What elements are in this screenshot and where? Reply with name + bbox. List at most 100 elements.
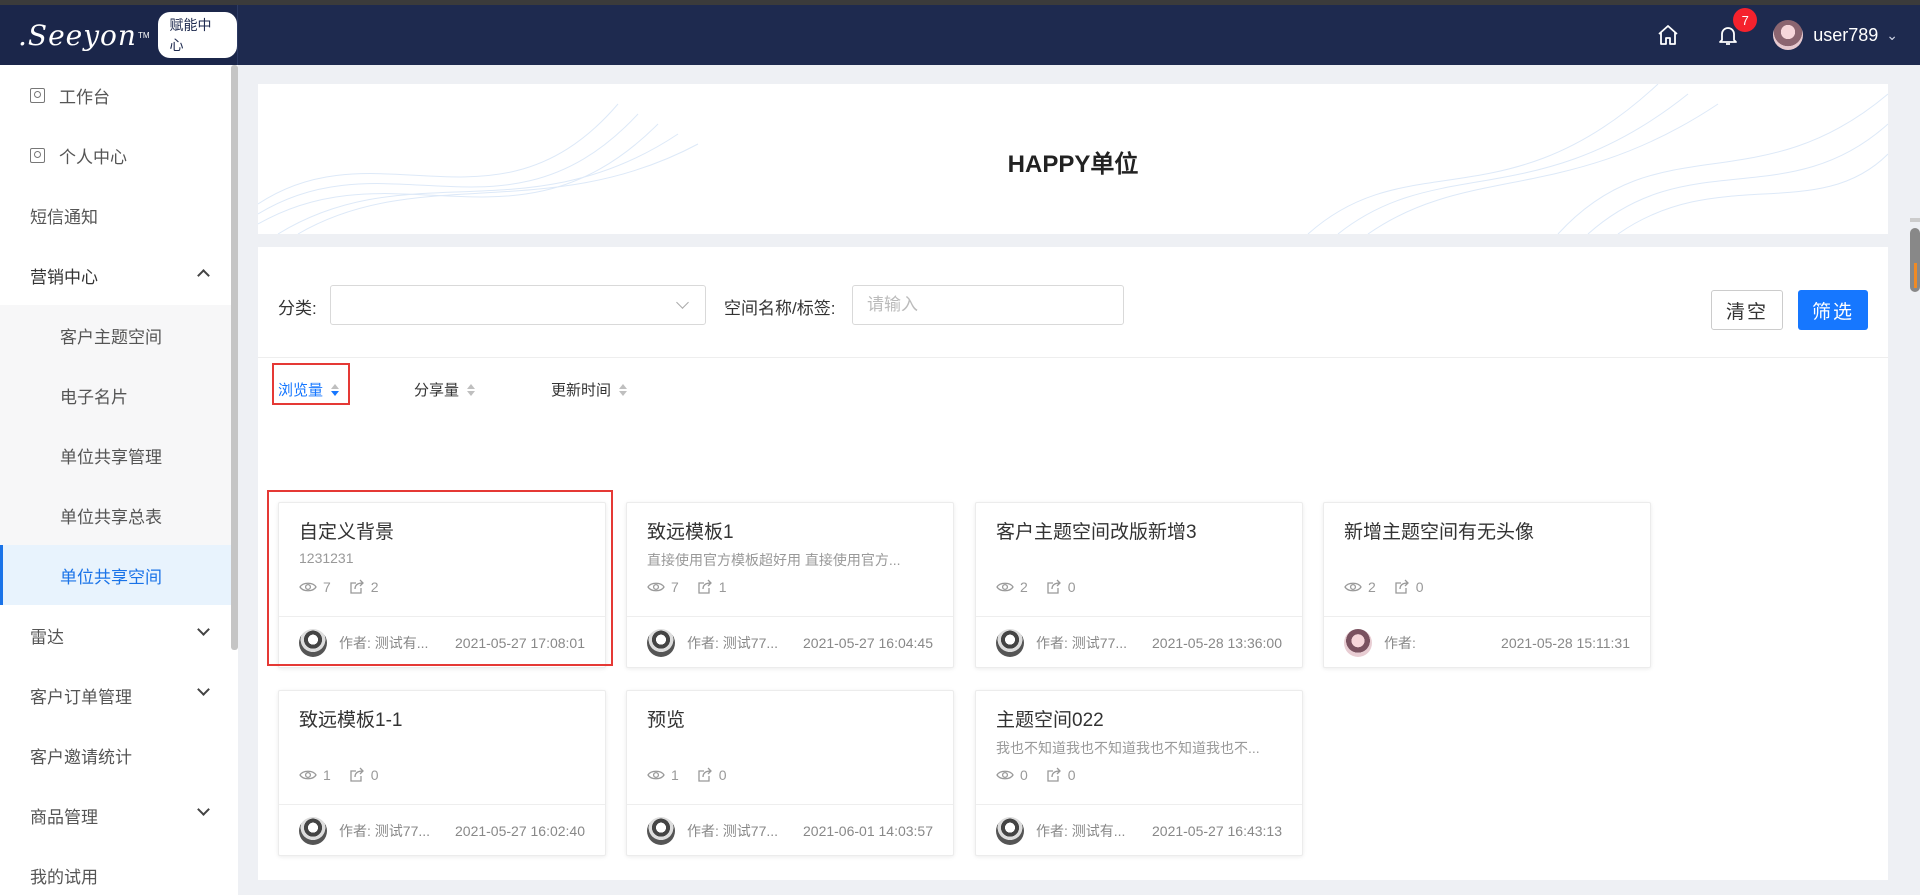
sidebar-item-label: 雷达 xyxy=(30,627,64,647)
author-name: 作者: 测试77... xyxy=(687,634,779,651)
sidebar-item-label: 单位共享管理 xyxy=(60,447,162,467)
card-stats: 20 xyxy=(996,579,1076,595)
sidebar-item-my-trial[interactable]: 我的试用 xyxy=(0,845,238,895)
eye-icon xyxy=(647,770,665,780)
share-icon xyxy=(1047,767,1061,782)
sort-bar: 浏览量 分享量 更新时间 xyxy=(258,359,1888,419)
share-count: 0 xyxy=(370,767,379,783)
card-stats: 20 xyxy=(1344,579,1424,595)
eye-icon xyxy=(647,582,665,592)
sidebar-item-personal-center[interactable]: 个人中心 xyxy=(0,125,238,185)
clear-button[interactable]: 清空 xyxy=(1711,290,1783,330)
view-count: 0 xyxy=(1020,767,1028,783)
sort-by-updated[interactable]: 更新时间 xyxy=(551,379,628,400)
updated-date: 2021-05-28 15:11:31 xyxy=(1501,634,1630,651)
logo-text: .Seeyon xyxy=(18,18,137,52)
author-avatar xyxy=(647,816,675,845)
sidebar-group-products[interactable]: 商品管理 xyxy=(0,785,238,845)
share-icon xyxy=(698,767,712,782)
sidebar-item-unit-share-manage[interactable]: 单位共享管理 xyxy=(0,425,238,485)
card-footer: 作者: 测试77... 2021-05-28 13:36:00 xyxy=(976,616,1302,668)
card-stats: 10 xyxy=(647,767,727,783)
sidebar-item-invite-stats[interactable]: 客户邀请统计 xyxy=(0,725,238,785)
space-card[interactable]: 主题空间022 我也不知道我也不知道我也不知道我也不... 0 0 作者: 测试有...… xyxy=(975,690,1303,856)
card-stats: 71 xyxy=(647,579,727,595)
author-avatar xyxy=(1344,628,1372,657)
card-stats: 10 xyxy=(299,767,379,783)
category-label: 分类: xyxy=(278,299,317,318)
share-icon xyxy=(1047,579,1061,594)
sort-label: 浏览量 xyxy=(278,382,324,399)
card-footer: 作者: 测试77... 2021-05-27 16:04:45 xyxy=(627,616,953,668)
window-scrollbar-cap xyxy=(1910,218,1920,222)
sidebar-item-label: 电子名片 xyxy=(60,387,128,407)
share-icon xyxy=(698,579,712,594)
sort-by-views[interactable]: 浏览量 xyxy=(278,379,340,400)
sidebar-group-radar[interactable]: 雷达 xyxy=(0,605,238,665)
space-card[interactable]: 新增主题空间有无头像 2 0 作者: 2021-05-28 15:11:31 xyxy=(1323,502,1651,668)
share-count: 0 xyxy=(1067,767,1076,783)
sidebar-group-orders[interactable]: 客户订单管理 xyxy=(0,665,238,725)
author-name: 作者: 测试77... xyxy=(1036,634,1128,651)
sort-caret-icon xyxy=(331,383,340,396)
sidebar-item-business-card[interactable]: 电子名片 xyxy=(0,365,238,425)
home-icon[interactable] xyxy=(1653,20,1683,50)
author-avatar xyxy=(647,628,675,657)
card-title: 致远模板1-1 xyxy=(299,710,403,731)
top-header: .Seeyon TM 赋能中心 7 user789 ⌄ xyxy=(0,5,1920,65)
card-footer: 作者: 测试77... 2021-05-27 16:02:40 xyxy=(279,804,605,856)
logo-trademark: TM xyxy=(137,30,150,40)
sidebar-item-label: 商品管理 xyxy=(30,807,98,827)
chevron-up-icon xyxy=(197,269,210,282)
sort-caret-icon xyxy=(467,383,476,396)
sidebar-item-sms-notice[interactable]: 短信通知 xyxy=(0,185,238,245)
space-name-input[interactable] xyxy=(852,285,1124,325)
sidebar-item-label: 客户邀请统计 xyxy=(30,747,132,767)
notification-badge: 7 xyxy=(1733,8,1758,32)
sidebar-item-customer-space[interactable]: 客户主题空间 xyxy=(0,305,238,365)
space-card[interactable]: 客户主题空间改版新增3 2 0 作者: 测试77... 2021-05-28 13:36… xyxy=(975,502,1303,668)
card-title: 新增主题空间有无头像 xyxy=(1344,522,1535,543)
card-title: 客户主题空间改版新增3 xyxy=(996,522,1197,543)
share-count: 0 xyxy=(1415,579,1424,595)
username[interactable]: user789 xyxy=(1813,25,1878,46)
sort-label: 更新时间 xyxy=(551,382,612,399)
sidebar-item-unit-share-summary[interactable]: 单位共享总表 xyxy=(0,485,238,545)
sidebar-item-label: 短信通知 xyxy=(30,207,98,227)
share-count: 1 xyxy=(718,579,727,595)
filter-button[interactable]: 筛选 xyxy=(1798,290,1868,330)
card-description: 直接使用官方模板超好用 直接使用官方... xyxy=(647,552,901,568)
sort-by-shares[interactable]: 分享量 xyxy=(414,379,476,400)
chevron-down-icon xyxy=(197,683,210,696)
user-avatar[interactable] xyxy=(1773,20,1804,50)
sidebar-group-marketing[interactable]: 营销中心 xyxy=(0,245,238,305)
eye-icon xyxy=(1344,582,1362,592)
chevron-down-icon xyxy=(197,623,210,636)
notification-button[interactable]: 7 xyxy=(1713,8,1758,50)
updated-date: 2021-05-27 16:02:40 xyxy=(455,822,585,839)
sidebar-item-label: 我的试用 xyxy=(30,867,98,887)
eye-icon xyxy=(299,770,317,780)
view-count: 1 xyxy=(671,767,679,783)
space-card[interactable]: 预览 1 0 作者: 测试77... 2021-06-01 14:03:57 xyxy=(626,690,954,856)
card-title: 致远模板1 xyxy=(647,522,734,543)
chevron-down-icon xyxy=(676,296,689,309)
highlight-box xyxy=(267,490,613,666)
view-count: 2 xyxy=(1020,579,1028,595)
author-name: 作者: 测试77... xyxy=(687,822,779,839)
sidebar-item-label: 工作台 xyxy=(59,87,110,107)
chevron-down-icon[interactable]: ⌄ xyxy=(1886,27,1898,44)
space-card[interactable]: 致远模板1 直接使用官方模板超好用 直接使用官方... 7 1 作者: 测试77... 2… xyxy=(626,502,954,668)
space-card[interactable]: 致远模板1-1 1 0 作者: 测试77... 2021-05-27 16:02:40 xyxy=(278,690,606,856)
sidebar-scrollbar[interactable] xyxy=(231,65,238,650)
sidebar-item-unit-share-space[interactable]: 单位共享空间 xyxy=(0,545,238,605)
category-select[interactable] xyxy=(330,285,706,325)
card-description: 我也不知道我也不知道我也不知道我也不... xyxy=(996,740,1260,756)
card-footer: 作者: 测试有... 2021-05-27 16:43:13 xyxy=(976,804,1302,856)
share-count: 0 xyxy=(718,767,727,783)
sidebar-item-workbench[interactable]: 工作台 xyxy=(0,65,238,125)
logo[interactable]: .Seeyon TM 赋能中心 xyxy=(0,5,238,65)
filter-bar: 分类: 空间名称/标签: 清空 筛选 xyxy=(258,247,1888,358)
updated-date: 2021-05-28 13:36:00 xyxy=(1152,634,1282,651)
sidebar-item-label: 客户订单管理 xyxy=(30,687,132,707)
